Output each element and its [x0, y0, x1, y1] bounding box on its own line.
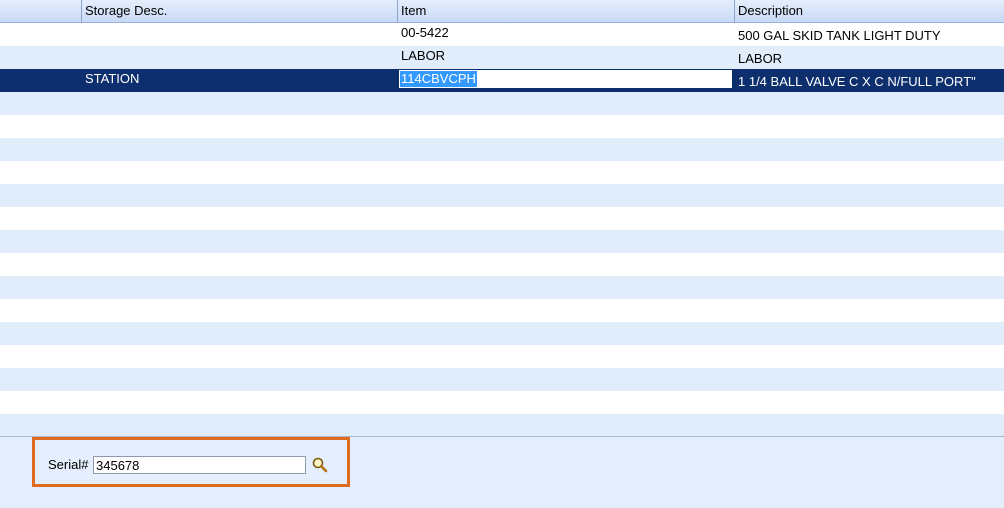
table-row[interactable]	[0, 138, 1004, 161]
footer-strip	[0, 493, 1004, 508]
column-header-storage-desc[interactable]: Storage Desc.	[81, 0, 397, 22]
serial-label: Serial#	[48, 457, 89, 472]
table-row[interactable]	[0, 115, 1004, 138]
table-row[interactable]	[0, 184, 1004, 207]
table-row[interactable]	[0, 368, 1004, 391]
storage-desc-cell: STATION	[85, 71, 140, 86]
table-row-selected[interactable]: STATION 114CBVCPH 1 1/4 BALL VALVE C X C…	[0, 69, 1004, 92]
magnifier-icon[interactable]	[311, 456, 329, 474]
description-cell: 1 1/4 BALL VALVE C X C N/FULL PORT"	[738, 74, 976, 89]
selected-item-text: 114CBVCPH	[400, 71, 477, 87]
item-grid: 00-5422 500 GAL SKID TANK LIGHT DUTY LAB…	[0, 23, 1004, 437]
grid-header: Storage Desc. Item Description	[0, 0, 1004, 23]
table-row[interactable]	[0, 414, 1004, 437]
table-row[interactable]	[0, 92, 1004, 115]
table-row[interactable]	[0, 391, 1004, 414]
table-row[interactable]: LABOR LABOR	[0, 46, 1004, 69]
table-row[interactable]	[0, 299, 1004, 322]
column-header-item[interactable]: Item	[397, 0, 734, 22]
column-header-description[interactable]: Description	[734, 0, 1004, 22]
table-row[interactable]	[0, 253, 1004, 276]
table-row[interactable]: 00-5422 500 GAL SKID TANK LIGHT DUTY	[0, 23, 1004, 46]
description-cell: 500 GAL SKID TANK LIGHT DUTY	[738, 28, 941, 43]
item-edit-field[interactable]: 114CBVCPH	[399, 70, 732, 88]
table-row[interactable]	[0, 207, 1004, 230]
table-row[interactable]	[0, 322, 1004, 345]
serial-input[interactable]	[93, 456, 306, 474]
table-row[interactable]	[0, 345, 1004, 368]
table-row[interactable]	[0, 276, 1004, 299]
item-cell: 00-5422	[401, 25, 449, 40]
description-cell: LABOR	[738, 51, 783, 66]
table-row[interactable]	[0, 230, 1004, 253]
table-row[interactable]	[0, 161, 1004, 184]
item-cell: LABOR	[401, 48, 446, 63]
